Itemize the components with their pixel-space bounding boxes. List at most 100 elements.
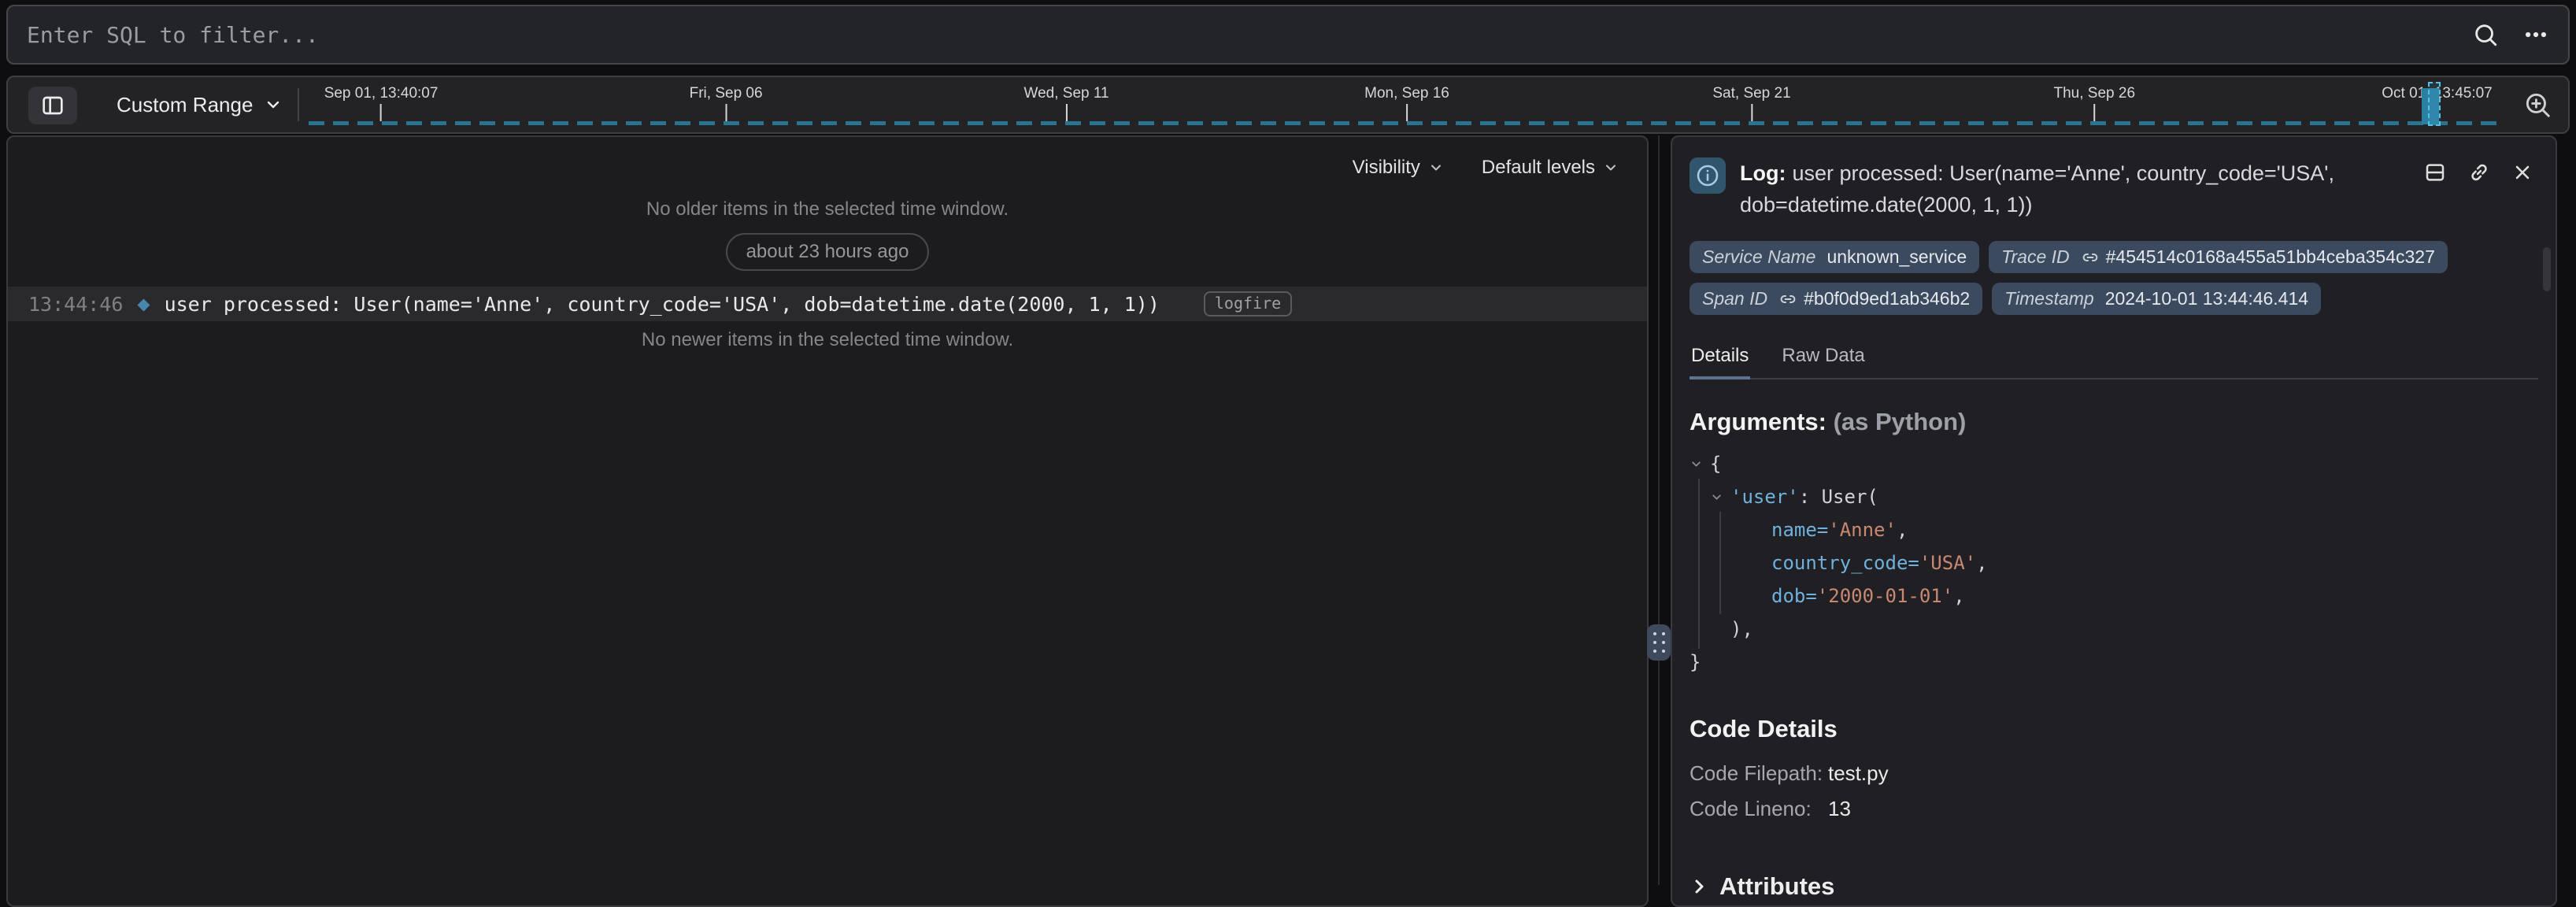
panel-layout-icon[interactable] <box>2423 161 2447 184</box>
code-token: User( <box>1822 480 1878 513</box>
arguments-heading-text: Arguments: <box>1690 408 1827 435</box>
code-token: country_code= <box>1771 546 1919 579</box>
default-levels-label: Default levels <box>1482 157 1595 179</box>
link-icon <box>2081 248 2100 267</box>
sidebar-toggle-button[interactable] <box>28 87 77 124</box>
timeline-tick-mark <box>2093 104 2095 121</box>
code-detail-value: test.py <box>1828 756 1889 791</box>
badge-label: Service Name <box>1702 246 1815 268</box>
sql-filter-bar <box>6 5 2570 65</box>
timeline-histogram[interactable]: Sep 01, 13:40:07 Fri, Sep 06 Wed, Sep 11 Mo… <box>309 77 2505 132</box>
log-row[interactable]: 13:44:46 ◆ user processed: User(name='An… <box>8 287 1647 321</box>
badge-label: Span ID <box>1702 288 1767 309</box>
timeline-tick: Mon, Sep 16 <box>1364 85 1449 121</box>
chevron-down-icon <box>264 95 283 114</box>
code-token: { <box>1710 447 1721 480</box>
timeline-tick-label: Wed, Sep 11 <box>1024 85 1109 102</box>
close-icon[interactable] <box>2511 161 2533 184</box>
scrollbar-thumb[interactable] <box>2543 247 2551 291</box>
timeline-tick: Wed, Sep 11 <box>1024 85 1109 121</box>
ellipsis-menu-icon[interactable] <box>2522 21 2549 48</box>
detail-badge[interactable]: Service Name unknown_service <box>1690 241 1979 273</box>
panel-resize-handle[interactable] <box>1647 624 1671 661</box>
info-level-icon <box>1690 157 1726 194</box>
code-line: 'user': User( <box>1690 480 2538 513</box>
timeline-tick-label: Mon, Sep 16 <box>1364 85 1449 102</box>
detail-badge[interactable]: Timestamp2024-10-01 13:44:46.414 <box>1992 283 2321 315</box>
code-token: 'user' <box>1730 480 1799 513</box>
log-detail-panel: Log:user processed: User(name='Anne', co… <box>1671 135 2557 907</box>
detail-header: Log:user processed: User(name='Anne', co… <box>1690 157 2538 220</box>
arguments-code-tree: {'user': User(name='Anne',country_code='… <box>1690 447 2538 679</box>
chevron-right-icon <box>1690 877 1708 896</box>
timeline-tick: Sep 01, 13:40:07 <box>324 85 439 121</box>
timeline-tick: Thu, Sep 26 <box>2054 85 2136 121</box>
code-token: } <box>1690 646 1701 679</box>
timeline-tick-mark <box>1406 104 1408 121</box>
badge-label: Trace ID <box>2001 246 2069 268</box>
code-token: ), <box>1730 613 1753 646</box>
timeline-tick-mark <box>1066 104 1068 121</box>
badge-label: Timestamp <box>2004 288 2094 309</box>
badge-value: unknown_service <box>1827 246 1967 268</box>
code-line: } <box>1690 646 2538 679</box>
code-line: { <box>1690 447 2538 480</box>
log-row-message: user processed: User(name='Anne', countr… <box>165 293 1160 316</box>
code-token: : <box>1799 480 1822 513</box>
code-token: , <box>1953 579 1964 613</box>
code-details-heading: Code Details <box>1690 715 2538 743</box>
log-list-panel: Visibility Default levels No older items… <box>6 135 1649 907</box>
time-range-selector[interactable]: Custom Range <box>117 77 283 132</box>
log-list-toolbar: Visibility Default levels <box>8 137 1647 198</box>
code-detail-label: Code Lineno: <box>1690 791 1828 827</box>
timeline-tick-mark <box>725 104 727 121</box>
collapse-chevron-icon[interactable] <box>1690 457 1710 471</box>
timeline-tick-mark <box>1751 104 1752 121</box>
code-detail-row: Code Lineno:13 <box>1690 791 2538 827</box>
detail-badge[interactable]: Trace ID #454514c0168a455a51bb4ceba354c32… <box>1989 241 2448 273</box>
code-token: 'Anne' <box>1828 513 1897 546</box>
detail-tabs: Details Raw Data <box>1690 339 2538 379</box>
detail-badges: Service Name unknown_service Trace ID #4545… <box>1690 241 2524 315</box>
detail-title: Log:user processed: User(name='Anne', co… <box>1740 157 2433 220</box>
code-line: country_code='USA', <box>1690 546 2538 579</box>
code-detail-value: 13 <box>1828 791 1851 827</box>
log-row-time: 13:44:46 <box>28 293 123 316</box>
link-icon <box>1778 290 1797 309</box>
copy-link-icon[interactable] <box>2467 161 2491 184</box>
code-token: 'USA' <box>1919 546 1976 579</box>
detail-badge[interactable]: Span ID#b0f0d9ed1ab346b2 <box>1690 283 1982 315</box>
collapse-chevron-icon[interactable] <box>1710 491 1730 504</box>
visibility-dropdown[interactable]: Visibility <box>1353 157 1444 179</box>
attributes-toggle[interactable]: Attributes <box>1690 872 2538 901</box>
timeline-tick-label: Fri, Sep 06 <box>690 85 763 102</box>
detail-title-text: user processed: User(name='Anne', countr… <box>1740 161 2334 217</box>
timeline-tick: Sat, Sep 21 <box>1712 85 1790 121</box>
panel-left-icon <box>40 93 65 118</box>
divider <box>298 88 299 121</box>
arguments-heading-suffix: (as Python) <box>1834 408 1967 435</box>
timeline-zoom-in-icon[interactable] <box>2522 90 2552 120</box>
timeline-tick-label: Sat, Sep 21 <box>1712 85 1790 102</box>
indent-guide <box>1719 512 1721 614</box>
code-token: dob= <box>1771 579 1817 613</box>
sql-filter-input[interactable] <box>27 22 2472 48</box>
tab-raw-data[interactable]: Raw Data <box>1780 339 1866 378</box>
default-levels-dropdown[interactable]: Default levels <box>1482 157 1619 179</box>
badge-value: #454514c0168a455a51bb4ceba354c327 <box>2106 246 2435 268</box>
timeline-tick-mark <box>380 104 382 121</box>
code-lines: {'user': User(name='Anne',country_code='… <box>1690 447 2538 679</box>
timeline-selection-region[interactable] <box>2428 82 2441 126</box>
search-icon[interactable] <box>2472 21 2499 48</box>
detail-title-prefix: Log: <box>1740 161 1786 185</box>
code-line: name='Anne', <box>1690 513 2538 546</box>
timeline-tick-label: Thu, Sep 26 <box>2054 85 2136 102</box>
code-token: name= <box>1771 513 1828 546</box>
indent-guide <box>1698 479 1700 649</box>
relative-time-pill: about 23 hours ago <box>726 233 930 271</box>
log-row-tag: logfire <box>1204 291 1292 317</box>
no-newer-items-text: No newer items in the selected time wind… <box>8 329 1647 351</box>
log-level-diamond-icon: ◆ <box>137 294 150 313</box>
tab-details[interactable]: Details <box>1690 339 1750 378</box>
code-token: , <box>1897 513 1908 546</box>
